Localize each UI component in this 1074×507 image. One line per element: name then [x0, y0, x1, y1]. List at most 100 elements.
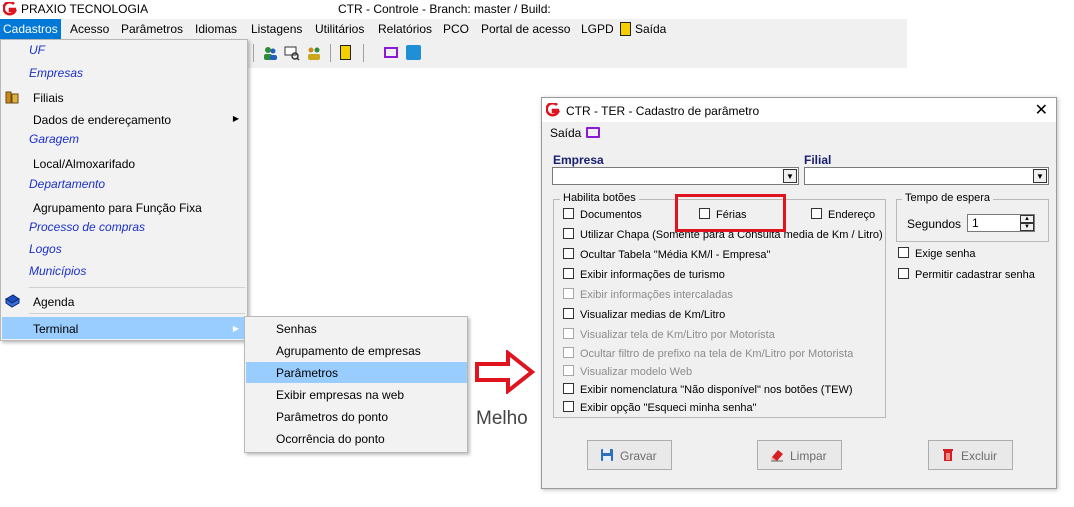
checkbox-visualizar-medias[interactable]: Visualizar medias de Km/Litro [563, 308, 725, 324]
menu-pco[interactable]: PCO [440, 19, 472, 39]
menu-item-terminal[interactable]: Terminal [33, 322, 78, 336]
menu-item-agenda[interactable]: Agenda [33, 295, 74, 309]
submenu-item-exibir-empresas-na-web[interactable]: Exibir empresas na web [276, 388, 404, 402]
chevron-down-icon[interactable]: ▼ [1033, 169, 1047, 183]
toolbar-separator [363, 44, 364, 62]
checkbox-box[interactable] [898, 247, 909, 258]
menu-portal-de-acesso[interactable]: Portal de acesso [478, 19, 573, 39]
chevron-down-icon[interactable]: ▼ [783, 169, 797, 183]
checkbox-box[interactable] [898, 268, 909, 279]
menu-lgpd[interactable]: LGPD [578, 19, 617, 39]
menu-item-local-almoxarifado[interactable]: Local/Almoxarifado [33, 157, 135, 171]
praxio-logo-icon [3, 2, 17, 16]
limpar-button[interactable]: Limpar [757, 440, 842, 470]
monitor-search-icon[interactable] [284, 45, 300, 61]
book-icon [5, 294, 20, 308]
segundos-value: 1 [972, 216, 979, 230]
menu-item-logos[interactable]: Logos [29, 242, 62, 256]
menubar: Cadastros Acesso Parâmetros Idiomas List… [0, 19, 907, 39]
group-icon[interactable] [306, 45, 322, 61]
checkbox-label: Ocultar filtro de prefixo na tela de Km/… [580, 348, 854, 360]
checkbox-box[interactable] [563, 268, 574, 279]
submenu-item-parametros-do-ponto[interactable]: Parâmetros do ponto [276, 410, 388, 424]
menu-relatorios[interactable]: Relatórios [375, 19, 435, 39]
menu-item-municipios[interactable]: Municípios [29, 264, 86, 278]
spin-up-icon[interactable]: ▲ [1020, 215, 1034, 223]
checkbox-exige-senha[interactable]: Exige senha [898, 247, 976, 263]
checkbox-documentos[interactable]: Documentos [563, 208, 642, 224]
monitor-icon[interactable] [384, 47, 398, 58]
menu-item-filiais[interactable]: Filiais [33, 91, 64, 105]
checkbox-box[interactable] [563, 383, 574, 394]
excluir-label: Excluir [961, 449, 998, 463]
menu-item-agrupamento-funcao-fixa[interactable]: Agrupamento para Função Fixa [33, 201, 202, 215]
checkbox-label: Endereço [828, 209, 876, 221]
checkbox-label: Documentos [580, 209, 642, 221]
checkbox-endereco[interactable]: Endereço [811, 208, 875, 224]
filial-combobox[interactable]: ▼ [804, 167, 1049, 185]
exit-door-icon[interactable] [340, 45, 351, 60]
users-icon[interactable] [262, 45, 278, 61]
submenu-item-agrupamento-de-empresas[interactable]: Agrupamento de empresas [276, 344, 421, 358]
empresa-label: Empresa [553, 153, 604, 167]
checkbox-exibir-esqueci-senha[interactable]: Exibir opção "Esqueci minha senha" [563, 401, 757, 417]
gravar-label: Gravar [620, 449, 657, 463]
exit-door-icon[interactable] [620, 22, 631, 36]
submenu-item-ocorrencia-do-ponto[interactable]: Ocorrência do ponto [276, 432, 385, 446]
toolbar-separator [330, 44, 331, 62]
cadastros-menu: UF Empresas Filiais Dados de endereçamen… [0, 39, 248, 341]
checkbox-label: Visualizar tela de Km/Litro por Motorist… [580, 329, 775, 341]
spin-down-icon[interactable]: ▼ [1020, 223, 1034, 231]
checkbox-box[interactable] [563, 308, 574, 319]
checkbox-permitir-cadastrar-senha[interactable]: Permitir cadastrar senha [898, 268, 1035, 284]
annotation-arrow-icon [475, 350, 536, 394]
toolbar [248, 39, 907, 68]
praxio-logo-icon [546, 103, 560, 117]
menu-item-departamento[interactable]: Departamento [29, 177, 105, 191]
dialog-titlebar: CTR - TER - Cadastro de parâmetro ✕ [542, 98, 1056, 122]
menu-utilitarios[interactable]: Utilitários [312, 19, 367, 39]
checkbox-label: Visualizar modelo Web [580, 366, 693, 378]
tempo-de-espera-title: Tempo de espera [902, 192, 993, 204]
dialog-title: CTR - TER - Cadastro de parâmetro [566, 104, 760, 118]
menu-item-garagem[interactable]: Garagem [29, 132, 79, 146]
checkbox-label: Exibir opção "Esqueci minha senha" [580, 402, 757, 414]
menu-parametros[interactable]: Parâmetros [118, 19, 186, 39]
gravar-button[interactable]: Gravar [587, 440, 672, 470]
menu-cadastros[interactable]: Cadastros [0, 19, 61, 39]
menu-acesso[interactable]: Acesso [67, 19, 112, 39]
checkbox-box[interactable] [563, 401, 574, 412]
submenu-item-senhas[interactable]: Senhas [276, 322, 317, 336]
annotation-highlight-box [675, 194, 786, 232]
checkbox-box[interactable] [563, 228, 574, 239]
menu-item-processo-de-compras[interactable]: Processo de compras [29, 220, 145, 234]
segundos-spinner[interactable]: 1 ▲ ▼ [967, 214, 1035, 232]
g-logo-icon[interactable] [406, 45, 421, 60]
menu-idiomas[interactable]: Idiomas [192, 19, 240, 39]
submenu-arrow-icon: ▶ [232, 114, 239, 123]
checkbox-label: Exibir informações intercaladas [580, 289, 733, 301]
submenu-item-parametros[interactable]: Parâmetros [276, 366, 338, 380]
menu-listagens[interactable]: Listagens [248, 19, 305, 39]
toolbar-separator [253, 44, 254, 62]
checkbox-box[interactable] [563, 248, 574, 259]
checkbox-exibir-nomenclatura[interactable]: Exibir nomenclatura "Não disponível" nos… [563, 383, 853, 399]
close-icon[interactable]: ✕ [1035, 100, 1048, 120]
menu-item-dados-de-enderecamento[interactable]: Dados de endereçamento [33, 113, 171, 127]
menu-item-empresas[interactable]: Empresas [29, 66, 83, 80]
dialog-saida-button[interactable]: Saída [550, 126, 581, 140]
checkbox-ocultar-tabela[interactable]: Ocultar Tabela "Média KM/l - Empresa" [563, 248, 770, 264]
building-icon [5, 91, 19, 104]
menu-saida[interactable]: Saída [632, 19, 669, 39]
menu-item-uf[interactable]: UF [29, 43, 45, 57]
empresa-combobox[interactable]: ▼ [552, 167, 799, 185]
excluir-button[interactable]: Excluir [928, 440, 1013, 470]
checkbox-box[interactable] [811, 208, 822, 219]
segundos-label: Segundos [907, 217, 962, 231]
terminal-submenu: Senhas Agrupamento de empresas Parâmetro… [244, 316, 468, 453]
menu-separator [29, 287, 245, 288]
checkbox-box [563, 288, 574, 299]
monitor-icon[interactable] [586, 127, 600, 138]
checkbox-box[interactable] [563, 208, 574, 219]
checkbox-exibir-turismo[interactable]: Exibir informações de turismo [563, 268, 725, 284]
